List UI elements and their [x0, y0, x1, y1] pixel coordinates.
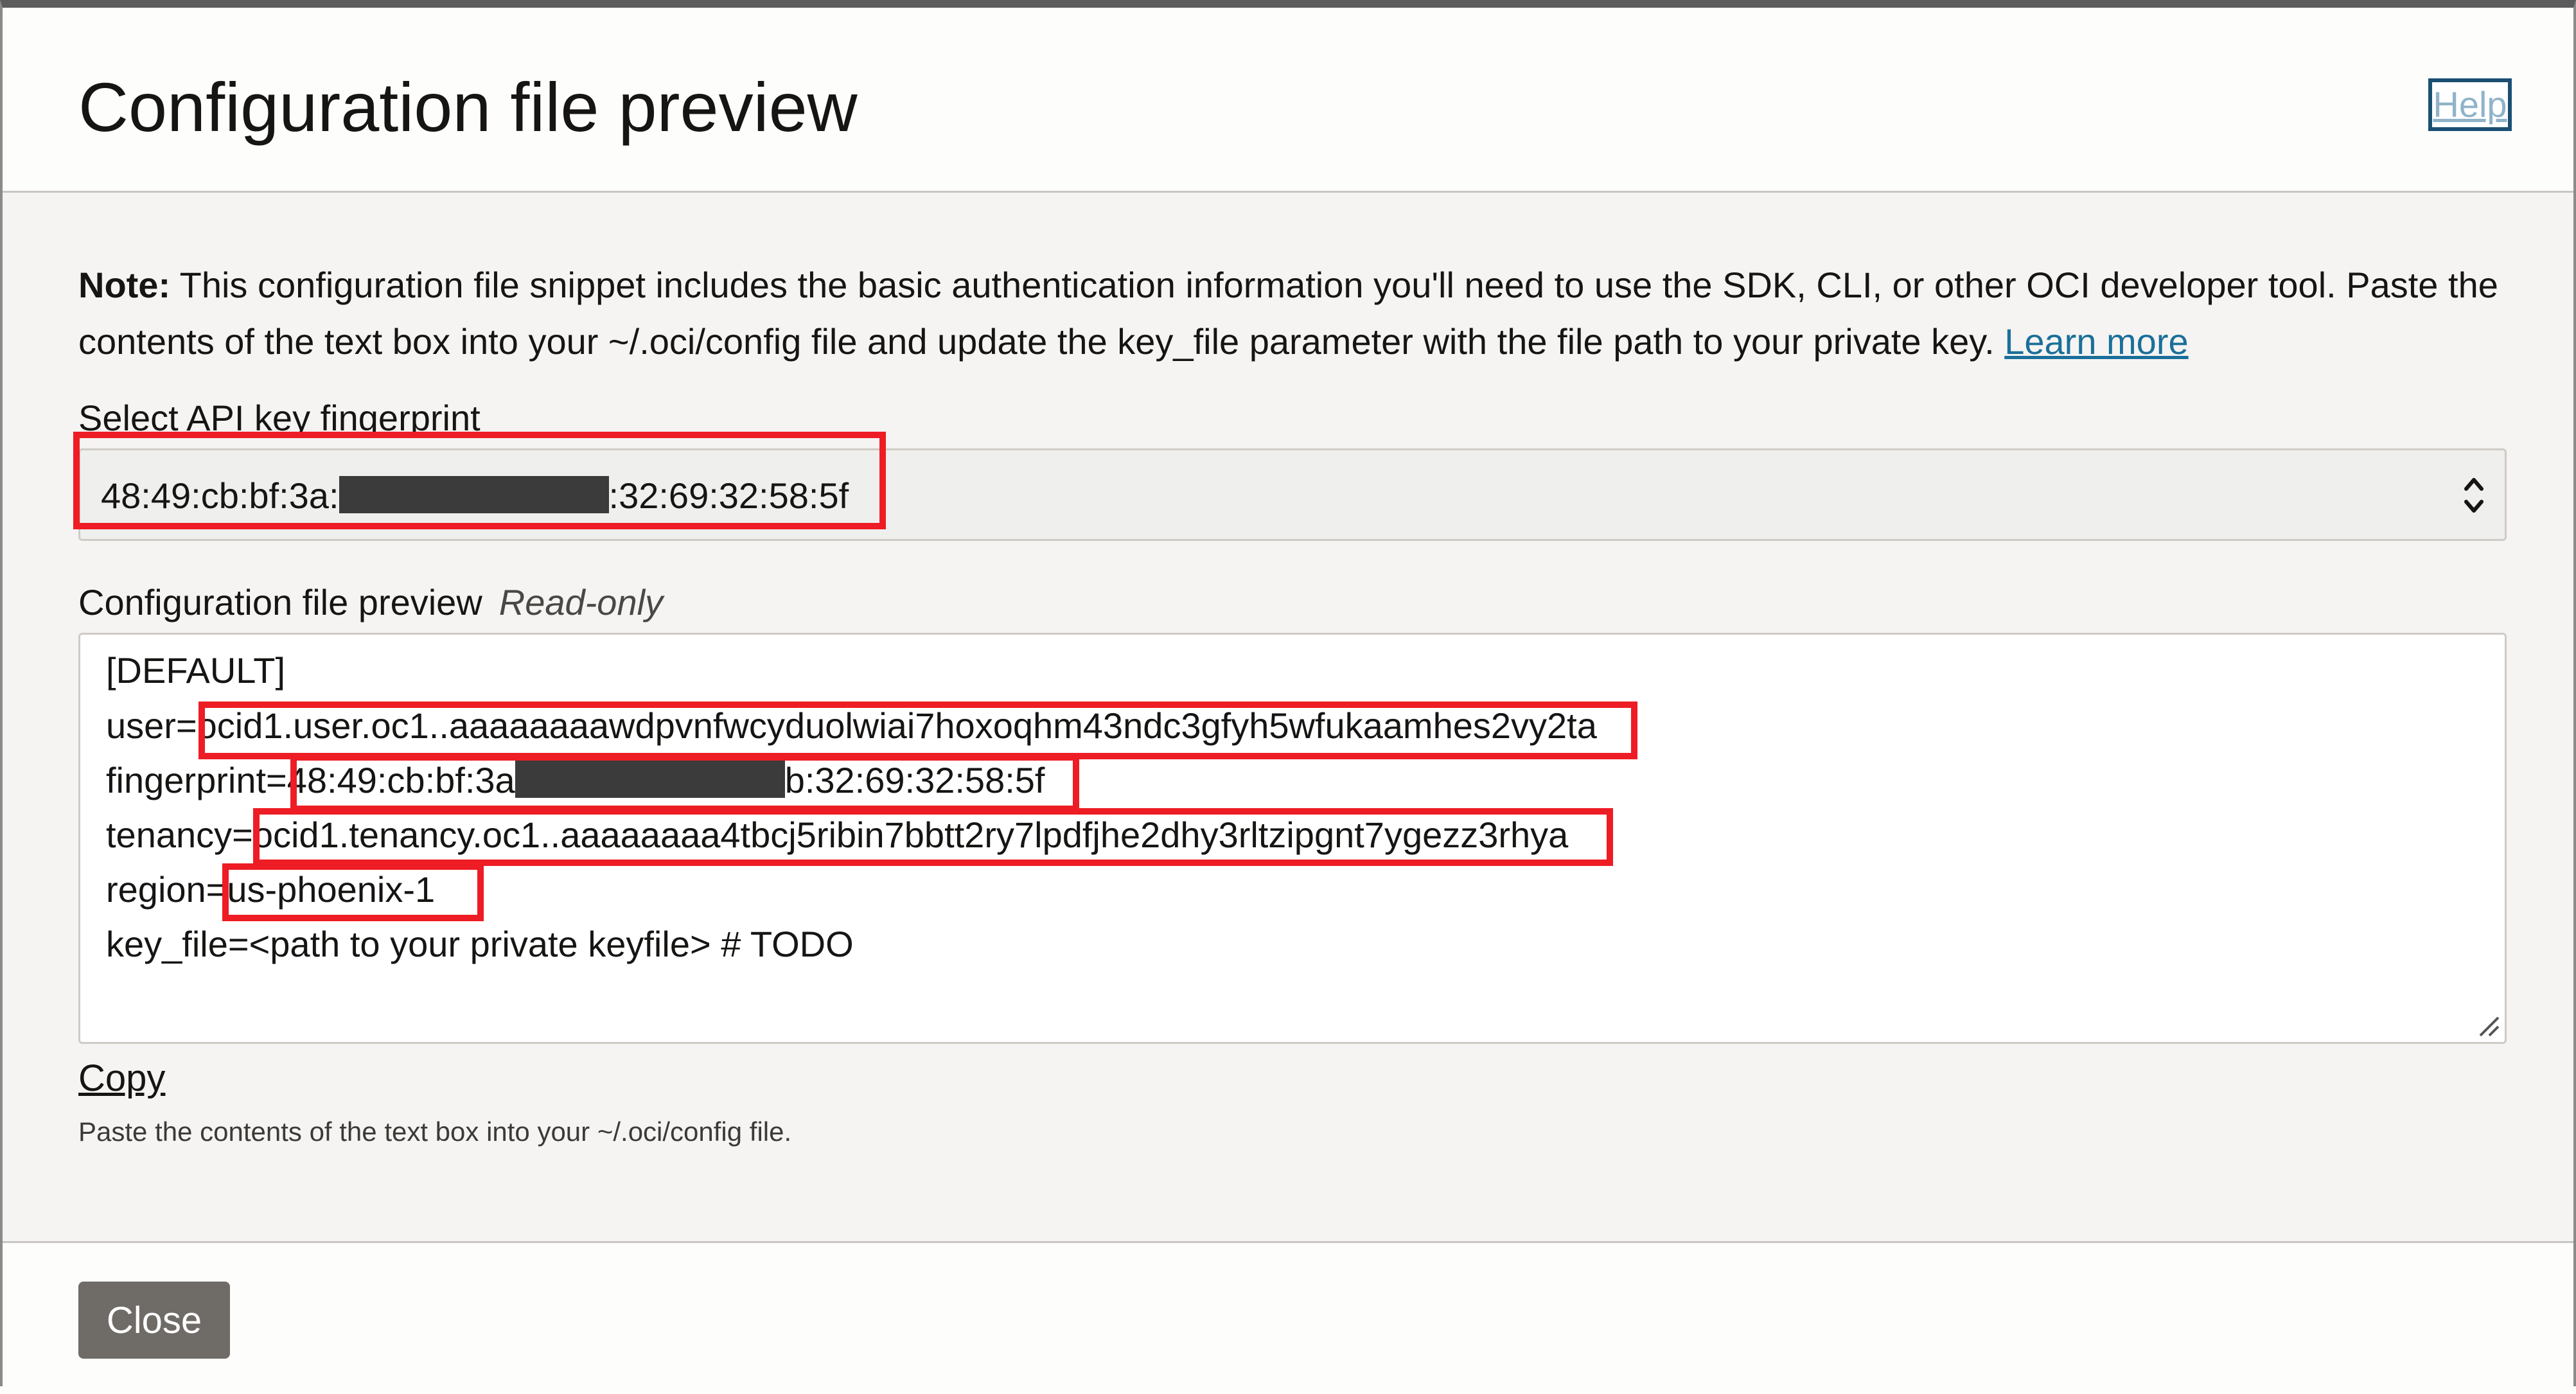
fingerprint-select[interactable]: 48:49:cb:bf:3a: :32:69:32:58:5f	[78, 448, 2507, 541]
config-line-user: user=ocid1.user.oc1..aaaaaaaawdpvnfwcydu…	[106, 705, 1597, 746]
region-value: us-phoenix-1	[227, 869, 436, 910]
region-key: region=	[106, 869, 227, 910]
close-button[interactable]: Close	[78, 1282, 230, 1359]
readonly-label: Read-only	[498, 582, 664, 622]
note-text: Note: This configuration file snippet in…	[78, 257, 2519, 370]
tenancy-value: ocid1.tenancy.oc1..aaaaaaaa4tbcj5ribin7b…	[252, 815, 1569, 855]
fingerprint-suffix: b:32:69:32:58:5f	[784, 760, 1045, 800]
chevron-updown-icon	[2464, 478, 2483, 513]
fingerprint-select-label: Select API key fingerprint	[78, 398, 481, 438]
config-line-region: region=us-phoenix-1	[106, 869, 435, 910]
redacted-block	[339, 476, 609, 513]
user-value: ocid1.user.oc1..aaaaaaaawdpvnfwcyduolwia…	[197, 705, 1597, 746]
config-preview-label: Configuration file preview Read-only	[78, 581, 663, 623]
tenancy-key: tenancy=	[106, 815, 253, 855]
config-line-key-file: key_file=<path to your private keyfile> …	[106, 924, 854, 964]
fingerprint-key: fingerprint=	[106, 760, 287, 800]
config-line-fingerprint: fingerprint=48:49:cb:bf:3a b:32:69:32:58:…	[106, 760, 1045, 801]
redacted-block	[515, 761, 785, 798]
dialog-header: Configuration file preview Help	[3, 8, 2573, 193]
copy-helper-text: Paste the contents of the text box into …	[78, 1116, 792, 1147]
help-link[interactable]: Help	[2428, 78, 2512, 131]
note-label: Note:	[78, 265, 171, 305]
config-preview-dialog: Configuration file preview Help Note: Th…	[0, 0, 2576, 1394]
fingerprint-select-value: 48:49:cb:bf:3a: :32:69:32:58:5f	[101, 475, 849, 516]
fingerprint-value-suffix: :32:69:32:58:5f	[608, 475, 849, 516]
fingerprint-value-prefix: 48:49:cb:bf:3a:	[101, 475, 339, 516]
dialog-footer: Close	[3, 1241, 2573, 1394]
resize-handle-icon[interactable]	[2475, 1012, 2501, 1038]
config-preview-label-text: Configuration file preview	[78, 582, 482, 622]
dialog-body: Note: This configuration file snippet in…	[3, 193, 2573, 1241]
config-line-tenancy: tenancy=ocid1.tenancy.oc1..aaaaaaaa4tbcj…	[106, 815, 1568, 856]
fingerprint-prefix: 48:49:cb:bf:3a	[287, 760, 515, 800]
config-preview-textarea[interactable]: [DEFAULT] user=ocid1.user.oc1..aaaaaaaaw…	[78, 633, 2507, 1044]
copy-link[interactable]: Copy	[78, 1057, 165, 1100]
config-line-section: [DEFAULT]	[106, 650, 286, 691]
dialog-title: Configuration file preview	[78, 68, 858, 146]
learn-more-link[interactable]: Learn more	[2004, 321, 2188, 362]
user-key: user=	[106, 705, 197, 746]
